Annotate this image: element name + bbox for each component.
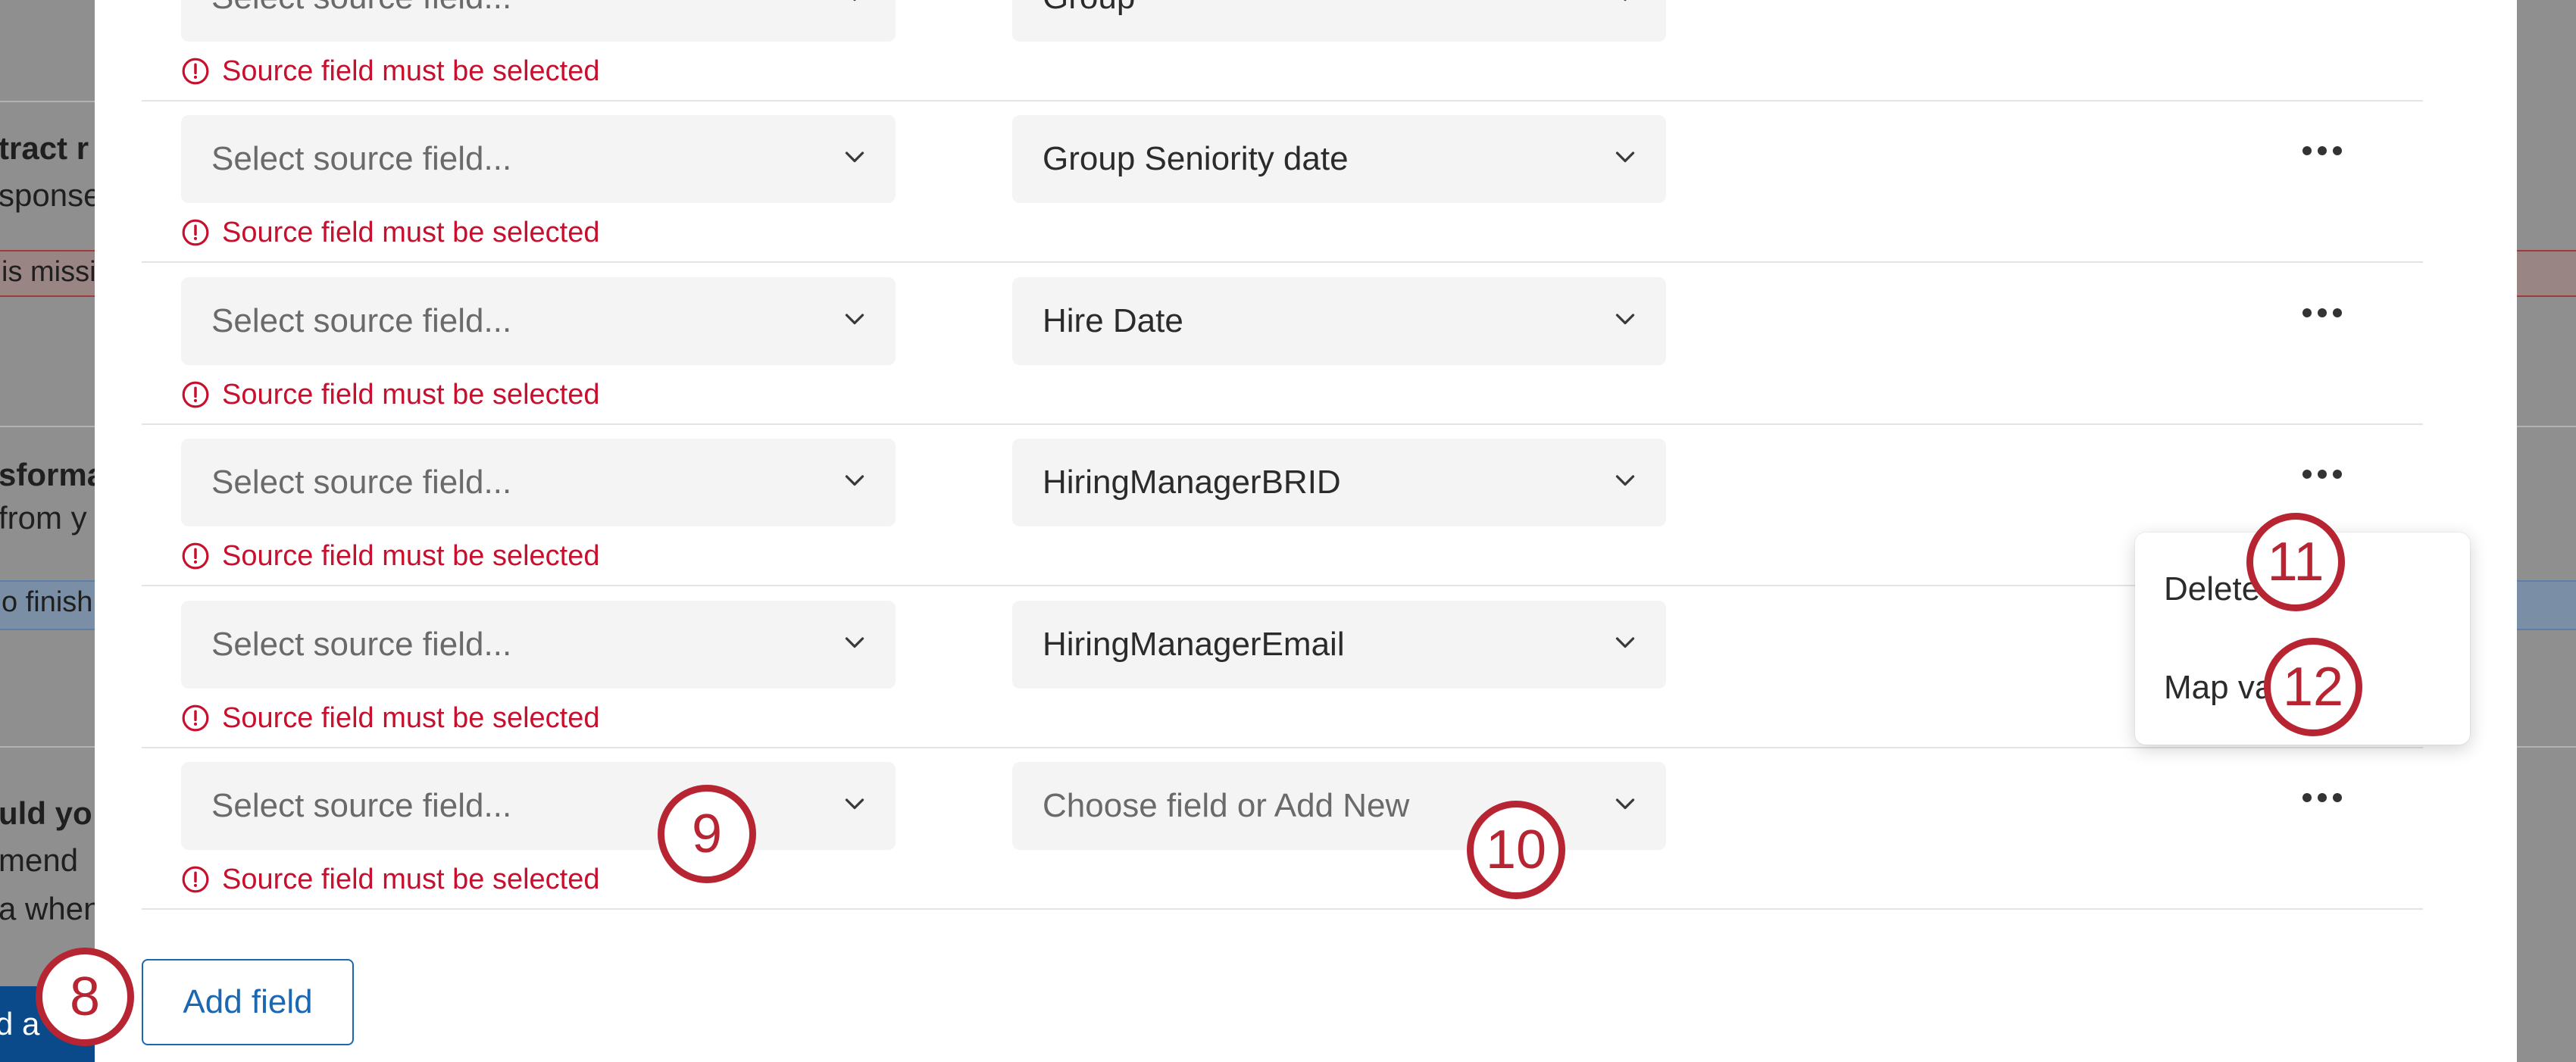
- validation-error: Source field must be selected: [181, 864, 600, 895]
- target-field-select[interactable]: Group Seniority date: [1012, 115, 1666, 203]
- error-circle-icon: [182, 704, 209, 732]
- source-field-select[interactable]: Select source field...: [181, 0, 896, 42]
- chevron-down-icon: [1624, 0, 1627, 2]
- validation-error: Source field must be selected: [181, 540, 600, 572]
- mapping-row: Select source field... Hire Date Source …: [142, 264, 2423, 425]
- row-divider: [142, 585, 2423, 586]
- annotation-callout: 10: [1467, 801, 1565, 899]
- source-field-select[interactable]: Select source field...: [181, 601, 896, 689]
- validation-error: Source field must be selected: [181, 379, 600, 411]
- background-divider: [0, 746, 95, 748]
- target-field-select[interactable]: HiringManagerBRID: [1012, 439, 1666, 526]
- target-field-value: HiringManagerEmail: [1043, 626, 1345, 663]
- source-field-select[interactable]: Select source field...: [181, 115, 896, 203]
- error-circle-icon: [182, 542, 209, 570]
- validation-error: Source field must be selected: [181, 217, 600, 248]
- more-horizontal-icon[interactable]: [2299, 139, 2345, 162]
- background-error-banner-right: [2517, 250, 2576, 297]
- validation-error: Source field must be selected: [181, 55, 600, 87]
- background-error-banner: is missi: [0, 250, 96, 297]
- target-field-select[interactable]: Hire Date: [1012, 277, 1666, 365]
- more-horizontal-icon[interactable]: [2299, 463, 2345, 486]
- annotation-callout: 11: [2246, 513, 2345, 611]
- error-circle-icon: [182, 381, 209, 408]
- chevron-down-icon: [845, 314, 864, 325]
- source-field-select[interactable]: Select source field...: [181, 439, 896, 526]
- source-field-placeholder: Select source field...: [211, 302, 512, 339]
- validation-error-text: Source field must be selected: [222, 863, 600, 895]
- mapping-row: Select source field... Choose field or A…: [142, 748, 2423, 910]
- target-field-select[interactable]: Choose field or Add New: [1012, 762, 1666, 850]
- background-text: a when: [0, 891, 102, 926]
- chevron-down-icon: [1615, 475, 1635, 486]
- target-field-value: Group Seniority date: [1043, 140, 1349, 177]
- error-circle-icon: [182, 58, 209, 85]
- source-field-select[interactable]: Select source field...: [181, 762, 896, 850]
- source-field-placeholder: Select source field...: [211, 140, 512, 177]
- chevron-down-icon: [845, 798, 864, 810]
- target-field-value: Hire Date: [1043, 302, 1183, 339]
- row-divider: [142, 908, 2423, 910]
- source-field-select[interactable]: Select source field...: [181, 277, 896, 365]
- background-heading: sforma: [0, 457, 105, 492]
- background-divider: [0, 101, 95, 102]
- error-circle-icon: [182, 866, 209, 893]
- validation-error: Source field must be selected: [181, 702, 600, 734]
- validation-error-text: Source field must be selected: [222, 216, 600, 248]
- add-field-button[interactable]: Add field: [142, 959, 354, 1045]
- background-info-banner: o finish: [0, 580, 95, 630]
- source-field-placeholder: Select source field...: [211, 787, 512, 824]
- background-info-text: o finish: [2, 586, 93, 618]
- chevron-down-icon: [845, 637, 864, 648]
- chevron-down-icon: [1615, 314, 1635, 325]
- error-circle-icon: [182, 219, 209, 246]
- chevron-down-icon: [1615, 151, 1635, 163]
- background-banner-text: is missi: [2, 256, 96, 288]
- annotation-callout: 8: [36, 948, 134, 1046]
- chevron-down-icon: [845, 151, 864, 163]
- background-heading: uld yo: [0, 795, 92, 831]
- target-field-value: Group: [1043, 0, 1135, 17]
- more-horizontal-icon[interactable]: [2299, 301, 2345, 324]
- target-field-select[interactable]: HiringManagerEmail: [1012, 601, 1666, 689]
- chevron-down-icon: [853, 0, 856, 2]
- background-text: sponse: [0, 177, 102, 213]
- background-divider: [0, 426, 95, 427]
- mapping-row: Select source field... HiringManagerEmai…: [142, 587, 2423, 748]
- source-field-placeholder: Select source field...: [211, 626, 512, 663]
- background-heading: tract r: [0, 130, 89, 166]
- chevron-down-icon: [1615, 637, 1635, 648]
- background-text: mend: [0, 842, 79, 878]
- source-field-placeholder: Select source field...: [211, 0, 511, 17]
- annotation-callout: 9: [658, 785, 756, 883]
- background-info-banner-right: [2517, 580, 2576, 630]
- validation-error-text: Source field must be selected: [222, 378, 600, 411]
- chevron-down-icon: [1615, 798, 1635, 810]
- validation-error-text: Source field must be selected: [222, 55, 600, 87]
- background-divider-right: [2517, 426, 2576, 427]
- chevron-down-icon: [845, 475, 864, 486]
- annotation-callout: 12: [2264, 638, 2362, 736]
- background-text: from y: [0, 500, 87, 536]
- validation-error-text: Source field must be selected: [222, 701, 600, 734]
- target-field-placeholder: Choose field or Add New: [1043, 787, 1410, 824]
- mapping-row: Select source field... Group Source fiel…: [142, 0, 2423, 102]
- more-horizontal-icon[interactable]: [2299, 786, 2345, 809]
- mapping-row: Select source field... HiringManagerBRID…: [142, 425, 2423, 586]
- target-field-value: HiringManagerBRID: [1043, 464, 1341, 501]
- row-divider: [142, 261, 2423, 263]
- field-mapping-modal: Select source field... Group Source fiel…: [95, 0, 2517, 1062]
- background-divider-right: [2517, 746, 2576, 748]
- target-field-select[interactable]: Group: [1012, 0, 1666, 42]
- background-button-label: d a: [0, 1006, 40, 1042]
- validation-error-text: Source field must be selected: [222, 539, 600, 572]
- source-field-placeholder: Select source field...: [211, 464, 512, 501]
- mapping-row: Select source field... Group Seniority d…: [142, 102, 2423, 263]
